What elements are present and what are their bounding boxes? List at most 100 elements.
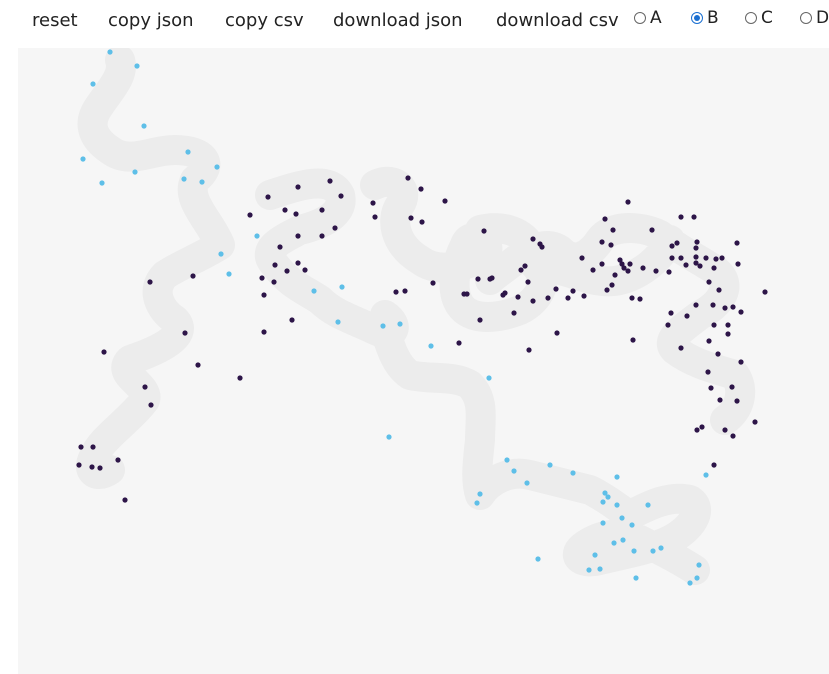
point-dark <box>338 193 344 199</box>
point-dark <box>608 242 614 248</box>
download-csv-button[interactable]: download csv <box>496 10 619 32</box>
point-dark <box>627 261 633 267</box>
point-dark <box>481 228 487 234</box>
point-dark <box>604 287 610 293</box>
point-light <box>592 552 598 558</box>
point-light <box>218 251 224 257</box>
point-dark <box>725 322 731 328</box>
point-light <box>80 156 86 162</box>
point-dark <box>711 322 717 328</box>
download-json-button[interactable]: download json <box>333 10 463 32</box>
point-dark <box>332 225 338 231</box>
point-dark <box>122 497 128 503</box>
point-dark <box>475 276 481 282</box>
point-dark <box>674 240 680 246</box>
radio-d-label: D <box>816 8 829 28</box>
point-dark <box>637 296 643 302</box>
point-dark <box>408 215 414 221</box>
point-dark <box>402 288 408 294</box>
point-light <box>199 179 205 185</box>
point-light <box>600 520 606 526</box>
point-dark <box>730 433 736 439</box>
point-dark <box>101 349 107 355</box>
point-dark <box>525 279 531 285</box>
point-light <box>428 343 434 349</box>
point-dark <box>715 351 721 357</box>
point-light <box>504 457 510 463</box>
point-light <box>600 499 606 505</box>
point-dark <box>668 310 674 316</box>
point-light <box>339 284 345 290</box>
point-dark <box>553 286 559 292</box>
point-dark <box>277 244 283 250</box>
point-dark <box>489 275 495 281</box>
point-dark <box>684 313 690 319</box>
point-dark <box>78 444 84 450</box>
point-dark <box>694 427 700 433</box>
point-light <box>132 169 138 175</box>
point-dark <box>259 275 265 281</box>
radio-c-label: C <box>761 8 773 28</box>
radio-option-b[interactable]: B <box>691 7 719 29</box>
point-dark <box>142 384 148 390</box>
point-dark <box>293 211 299 217</box>
point-dark <box>590 267 596 273</box>
point-dark <box>89 464 95 470</box>
point-light <box>645 502 651 508</box>
point-dark <box>738 359 744 365</box>
point-dark <box>419 219 425 225</box>
point-light <box>524 480 530 486</box>
radio-option-a[interactable]: A <box>634 7 662 29</box>
point-dark <box>653 268 659 274</box>
point-light <box>335 319 341 325</box>
point-light <box>703 472 709 478</box>
point-dark <box>725 331 731 337</box>
point-light <box>614 474 620 480</box>
point-dark <box>284 268 290 274</box>
point-dark <box>554 330 560 336</box>
point-light <box>181 176 187 182</box>
radio-option-c[interactable]: C <box>745 7 773 29</box>
drawing-canvas[interactable] <box>18 48 829 674</box>
point-dark <box>282 207 288 213</box>
toolbar: reset copy json copy csv download json d… <box>0 0 829 44</box>
point-dark <box>683 262 689 268</box>
point-light <box>605 494 611 500</box>
point-dark <box>405 175 411 181</box>
radio-d-indicator[interactable] <box>800 12 812 24</box>
point-dark <box>115 457 121 463</box>
point-light <box>614 502 620 508</box>
radio-b-indicator[interactable] <box>691 12 703 24</box>
point-light <box>687 580 693 586</box>
copy-csv-button[interactable]: copy csv <box>225 10 304 32</box>
drawing-surface[interactable] <box>18 48 829 674</box>
point-dark <box>694 239 700 245</box>
point-light <box>141 123 147 129</box>
point-dark <box>370 200 376 206</box>
radio-option-d[interactable]: D <box>800 7 829 29</box>
point-dark <box>579 255 585 261</box>
point-dark <box>418 186 424 192</box>
reset-button[interactable]: reset <box>32 10 78 32</box>
point-dark <box>706 279 712 285</box>
point-dark <box>640 265 646 271</box>
point-dark <box>565 295 571 301</box>
point-dark <box>182 330 188 336</box>
point-light <box>107 49 113 55</box>
point-dark <box>716 287 722 293</box>
radio-a-indicator[interactable] <box>634 12 646 24</box>
point-dark <box>752 419 758 425</box>
point-light <box>311 288 317 294</box>
radio-c-indicator[interactable] <box>745 12 757 24</box>
point-dark <box>319 233 325 239</box>
copy-json-button[interactable]: copy json <box>108 10 194 32</box>
point-dark <box>372 214 378 220</box>
point-light <box>254 233 260 239</box>
point-dark <box>464 291 470 297</box>
point-light <box>658 545 664 551</box>
point-dark <box>76 462 82 468</box>
point-dark <box>289 317 295 323</box>
radio-a-label: A <box>650 8 662 28</box>
point-dark <box>522 263 528 269</box>
point-dark <box>456 340 462 346</box>
